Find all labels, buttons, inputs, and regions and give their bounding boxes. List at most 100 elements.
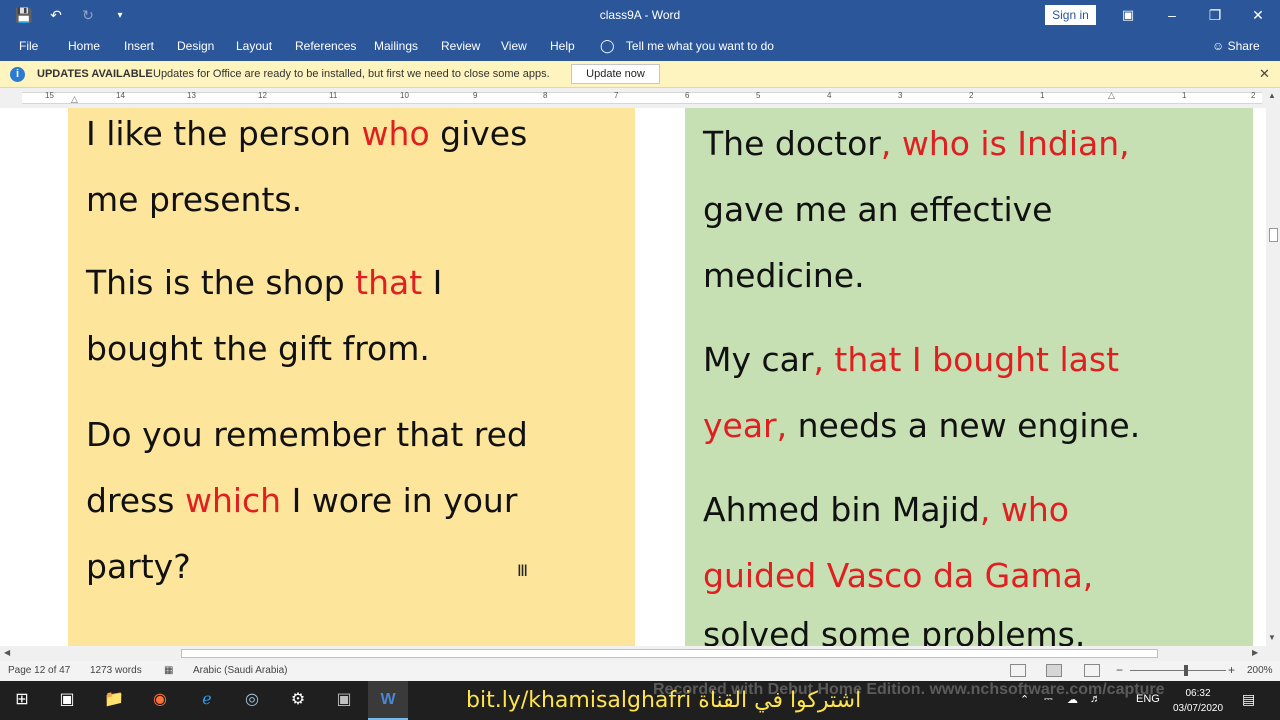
ruler-number: 8 (543, 91, 548, 100)
media-app-icon[interactable]: ▣ (332, 689, 356, 711)
ruler-number: 2 (1251, 91, 1256, 100)
paragraph-line: This is the shop that I (86, 263, 443, 302)
indent-marker-left[interactable]: △ (71, 94, 78, 105)
ruler-number: 3 (898, 91, 903, 100)
input-language[interactable]: ENG (1136, 693, 1160, 705)
ruler-number: 10 (400, 91, 409, 100)
print-layout-icon[interactable] (1046, 664, 1062, 677)
ruler-number: 4 (827, 91, 832, 100)
ruler-number: 14 (116, 91, 125, 100)
vertical-scroll-thumb[interactable] (1269, 228, 1278, 242)
ruler-number: 6 (685, 91, 690, 100)
paragraph-line: I like the person who gives (86, 114, 528, 153)
tab-view[interactable]: View (501, 39, 527, 53)
tab-layout[interactable]: Layout (236, 39, 272, 53)
close-button[interactable]: ✕ (1236, 0, 1280, 30)
tab-insert[interactable]: Insert (124, 39, 154, 53)
paragraph-line: gave me an effective (703, 190, 1053, 229)
start-windows-icon[interactable]: ⊞ (10, 689, 34, 711)
word-count[interactable]: 1273 words (90, 665, 142, 676)
tray-overflow-icon[interactable]: ⌃ (1020, 693, 1029, 706)
volume-icon[interactable]: ♬ (1090, 693, 1101, 705)
language-indicator[interactable]: Arabic (Saudi Arabia) (193, 665, 288, 676)
tab-mailings[interactable]: Mailings (374, 39, 418, 53)
read-mode-icon[interactable] (1010, 664, 1026, 677)
tab-references[interactable]: References (295, 39, 356, 53)
ruler-strip (22, 92, 1262, 104)
browser-app-icon[interactable]: ◎ (240, 689, 264, 711)
proofing-icon[interactable]: ▦ (164, 665, 173, 676)
info-icon: i (10, 67, 25, 82)
web-layout-icon[interactable] (1084, 664, 1100, 677)
zoom-slider-thumb[interactable] (1184, 665, 1188, 676)
title-bar: 💾 ↶ ↻ ▾ class9A - Word Sign in ▣ – ❐ ✕ (0, 0, 1280, 30)
notifications-icon[interactable]: ▤ (1242, 691, 1255, 708)
vertical-scrollbar[interactable]: ▲ ▼ (1266, 88, 1280, 646)
clock-date: 03/07/2020 (1172, 703, 1224, 714)
paragraph-line: My car, that I bought last (703, 340, 1120, 379)
scroll-down-arrow-icon[interactable]: ▼ (1268, 633, 1276, 642)
text-cursor-icon: Ⅲ (517, 563, 529, 580)
message-title: UPDATES AVAILABLE (37, 68, 153, 80)
tab-design[interactable]: Design (177, 39, 214, 53)
internet-explorer-icon[interactable]: ℯ (195, 689, 219, 711)
zoom-in-button[interactable]: + (1228, 663, 1235, 677)
file-explorer-icon[interactable]: 📁 (102, 689, 126, 711)
paragraph-line: dress which I wore in your (86, 481, 518, 520)
update-message-bar: i UPDATES AVAILABLE Updates for Office a… (0, 61, 1280, 88)
sign-in-button[interactable]: Sign in (1045, 5, 1096, 25)
taskbar: Recorded with Debut Home Edition. www.nc… (0, 681, 1280, 720)
paragraph-line: The doctor, who is Indian, (703, 124, 1130, 163)
tab-review[interactable]: Review (441, 39, 480, 53)
ruler-number: 7 (614, 91, 619, 100)
onedrive-cloud-icon[interactable]: ☁ (1067, 693, 1078, 706)
ruler-number: 15 (45, 91, 54, 100)
tab-home[interactable]: Home (68, 39, 100, 53)
ruler-number: 1 (1182, 91, 1187, 100)
minimize-button[interactable]: – (1150, 0, 1194, 30)
tab-help[interactable]: Help (550, 39, 575, 53)
network-icon[interactable]: ⎓ (1044, 693, 1053, 706)
settings-gear-icon[interactable]: ⚙ (286, 689, 310, 711)
system-clock[interactable]: 06:32 03/07/2020 (1167, 686, 1229, 716)
zoom-level[interactable]: 200% (1247, 665, 1273, 676)
ruler-number: 5 (756, 91, 761, 100)
scroll-left-arrow-icon[interactable]: ◀ (4, 648, 10, 657)
paragraph-line: medicine. (703, 256, 865, 295)
task-view-icon[interactable]: ▣ (55, 689, 79, 711)
document-canvas[interactable]: I like the person who gives me presents.… (0, 108, 1266, 646)
ruler-number: 2 (969, 91, 974, 100)
horizontal-ruler[interactable]: 15 14 13 12 11 10 9 8 7 6 5 4 3 2 1 1 2 … (0, 88, 1280, 108)
ruler-number: 13 (187, 91, 196, 100)
clock-time: 06:32 (1185, 688, 1211, 699)
indent-marker-right[interactable]: △ (1108, 90, 1115, 101)
restore-button[interactable]: ❐ (1193, 0, 1237, 30)
paragraph-line: me presents. (86, 180, 303, 219)
zoom-slider-track[interactable] (1130, 670, 1226, 671)
left-text-panel[interactable]: I like the person who gives me presents.… (68, 108, 635, 646)
tell-me-search[interactable]: ◯ Tell me what you want to do (600, 38, 774, 54)
horizontal-scrollbar[interactable]: ◀ ▶ (0, 646, 1280, 661)
share-button[interactable]: ☺ Share (1212, 39, 1260, 53)
close-icon[interactable]: ✕ (1259, 66, 1270, 82)
paragraph-line: Do you remember that red (86, 415, 528, 454)
update-now-button[interactable]: Update now (571, 64, 660, 84)
message-text: Updates for Office are ready to be insta… (153, 68, 550, 80)
ribbon-display-options-icon[interactable]: ▣ (1106, 0, 1150, 30)
page-indicator[interactable]: Page 12 of 47 (8, 665, 70, 676)
scroll-right-arrow-icon[interactable]: ▶ (1252, 648, 1258, 657)
tab-file[interactable]: File (19, 39, 38, 53)
tell-me-label: Tell me what you want to do (625, 39, 774, 53)
horizontal-scroll-thumb[interactable] (181, 649, 1158, 658)
zoom-out-button[interactable]: − (1116, 663, 1123, 677)
paragraph-line: solved some problems. (703, 615, 1086, 646)
ruler-number: 12 (258, 91, 267, 100)
scroll-up-arrow-icon[interactable]: ▲ (1268, 91, 1276, 100)
right-text-panel[interactable]: The doctor, who is Indian, gave me an ef… (685, 108, 1253, 646)
paragraph-line: bought the gift from. (86, 329, 430, 368)
word-taskbar-button[interactable]: W (368, 681, 408, 720)
paragraph-line: year, needs a new engine. (703, 406, 1141, 445)
firefox-icon[interactable]: ◉ (148, 689, 172, 711)
paragraph-line: party? (86, 547, 191, 586)
share-label: Share (1227, 39, 1260, 53)
